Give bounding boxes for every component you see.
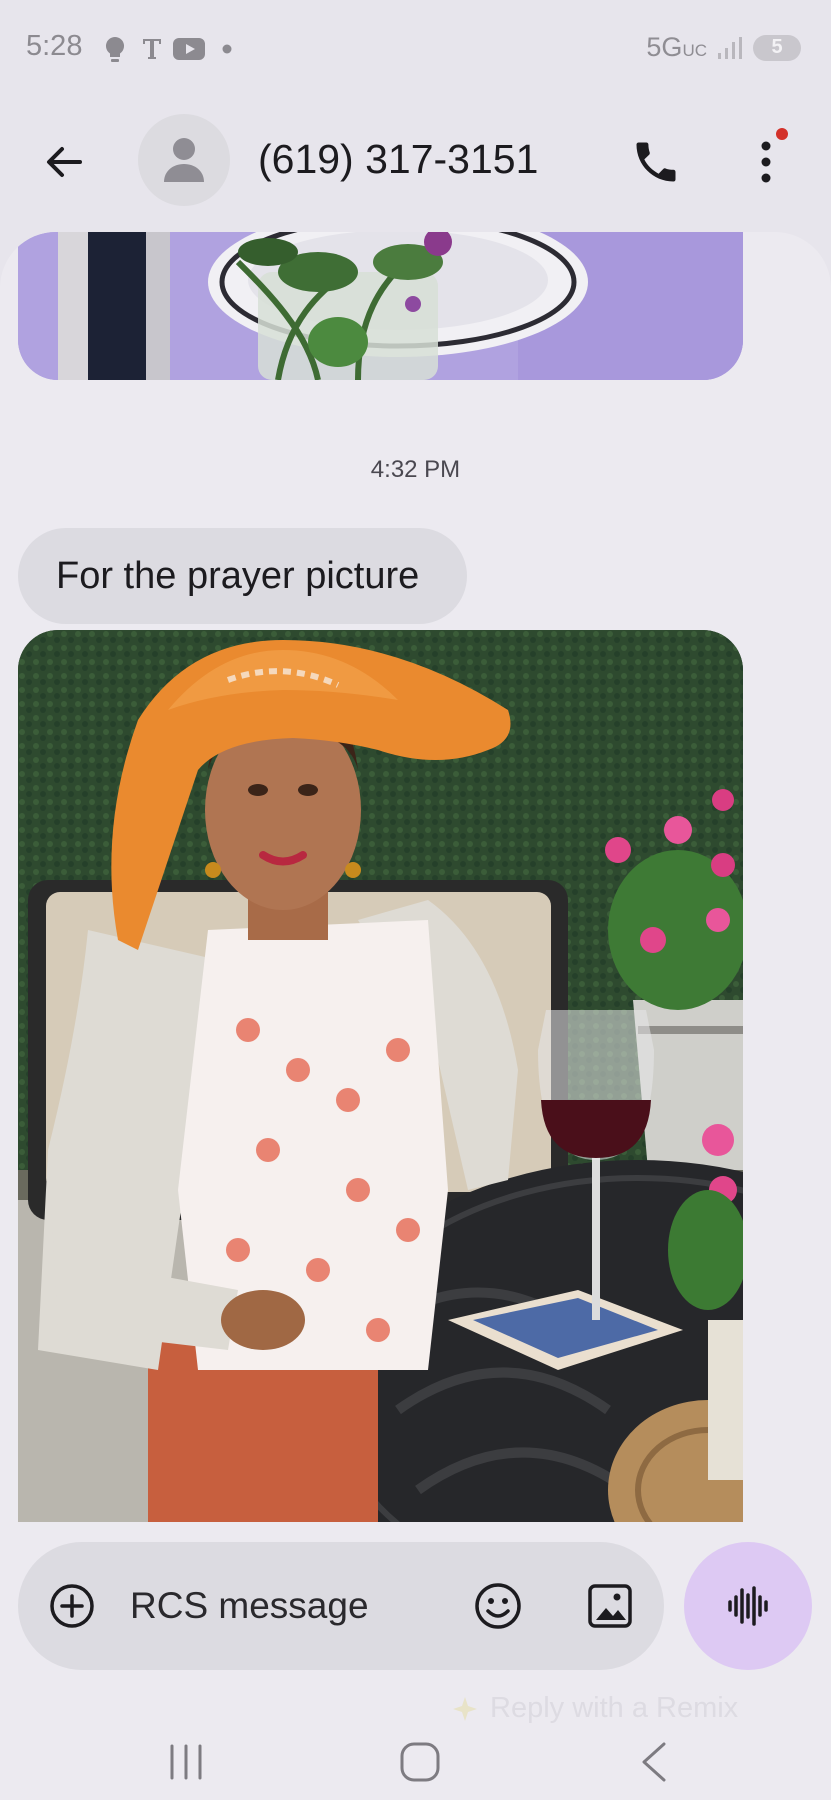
add-circle-icon[interactable] bbox=[48, 1582, 96, 1630]
home-icon[interactable] bbox=[398, 1740, 442, 1784]
back-arrow-icon[interactable] bbox=[40, 138, 88, 186]
sparkle-icon bbox=[453, 1696, 477, 1721]
avatar[interactable] bbox=[138, 114, 230, 206]
phone-icon[interactable] bbox=[630, 136, 682, 188]
youtube-icon bbox=[173, 38, 205, 60]
lightbulb-icon bbox=[105, 36, 125, 62]
contact-name[interactable]: (619) 317-3151 bbox=[258, 136, 538, 183]
status-right: 5GUC 5 bbox=[646, 32, 801, 63]
system-navigation-bar bbox=[0, 1720, 831, 1800]
network-label: 5GUC bbox=[646, 32, 707, 62]
signal-icon bbox=[718, 36, 742, 59]
message-input[interactable] bbox=[130, 1578, 460, 1634]
battery-indicator: 5 bbox=[753, 34, 801, 61]
more-vert-icon[interactable] bbox=[752, 132, 788, 192]
table-setting-image bbox=[18, 232, 743, 380]
image-icon[interactable] bbox=[584, 1580, 636, 1632]
message-text: For the prayer picture bbox=[56, 554, 420, 597]
voice-message-button[interactable] bbox=[684, 1542, 812, 1670]
status-bar: 5:28 5GUC 5 bbox=[0, 0, 831, 100]
previous-image-message[interactable] bbox=[18, 232, 743, 380]
photo-message[interactable] bbox=[18, 630, 743, 1522]
notification-dot bbox=[776, 128, 788, 140]
message-composer bbox=[18, 1542, 664, 1670]
emoji-icon[interactable] bbox=[472, 1580, 524, 1632]
more-notifications-icon bbox=[222, 44, 232, 54]
conversation-header: (619) 317-3151 bbox=[0, 100, 831, 220]
message-timestamp: 4:32 PM bbox=[370, 456, 461, 483]
woman-portrait-photo bbox=[18, 630, 743, 1522]
waveform-icon bbox=[728, 1586, 768, 1626]
recents-icon[interactable] bbox=[166, 1742, 206, 1782]
status-time: 5:28 bbox=[26, 30, 83, 62]
tmobile-play-icon bbox=[143, 39, 161, 59]
person-icon bbox=[164, 138, 204, 182]
received-message-bubble[interactable]: For the prayer picture bbox=[18, 528, 468, 624]
back-icon[interactable] bbox=[636, 1740, 670, 1784]
